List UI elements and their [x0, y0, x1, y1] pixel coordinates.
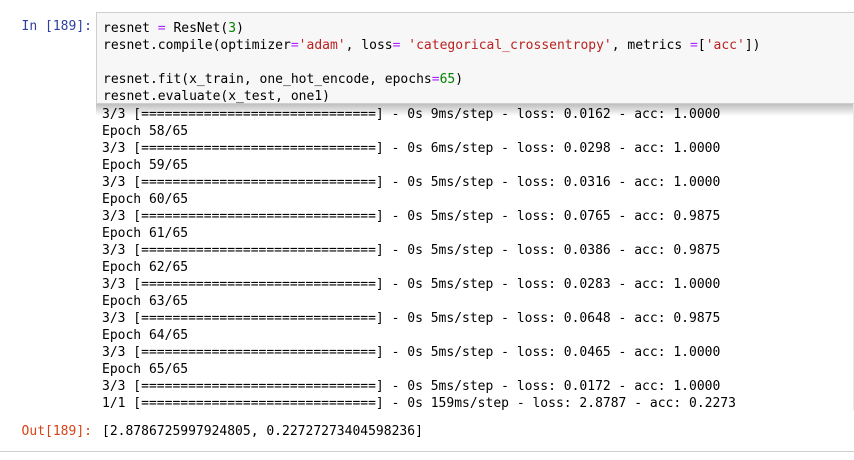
code-token: ])	[744, 38, 761, 53]
code-token: , metrics	[611, 38, 691, 53]
code-token: resnet.compile(optimizer	[103, 38, 291, 53]
code-token: =	[290, 38, 299, 53]
output-area[interactable]: 3/3 [==============================] - 0…	[96, 104, 854, 410]
code-text[interactable]: resnet = ResNet(3) resnet.compile(optimi…	[103, 20, 761, 105]
code-token: 'acc'	[705, 38, 745, 53]
code-token: 'adam'	[298, 38, 346, 53]
code-cell-input[interactable]: resnet = ResNet(3) resnet.compile(optimi…	[96, 12, 854, 104]
out-prompt: Out[189]:	[21, 424, 92, 439]
code-token: )	[455, 72, 464, 87]
evaluate-result: [2.8786725997924805, 0.22727273404598236…	[102, 424, 423, 439]
code-token: ResNet(	[165, 21, 229, 36]
code-token: resnet.fit(x_train, one_hot_encode, epoc…	[103, 72, 432, 87]
code-token: =	[431, 72, 440, 87]
code-token: 3	[228, 21, 237, 36]
code-token: resnet	[103, 21, 158, 36]
training-log: 3/3 [==============================] - 0…	[102, 107, 736, 410]
code-token: , loss	[345, 38, 393, 53]
code-token: =	[157, 21, 166, 36]
in-prompt: In [189]:	[21, 19, 92, 34]
code-token: =	[690, 38, 698, 53]
code-token: 'categorical_crossentropy'	[408, 38, 612, 53]
code-token: [	[697, 38, 706, 53]
code-token: resnet.evaluate(x_test, one1)	[103, 89, 330, 104]
code-token: )	[236, 21, 244, 36]
code-token: 65	[439, 72, 456, 87]
